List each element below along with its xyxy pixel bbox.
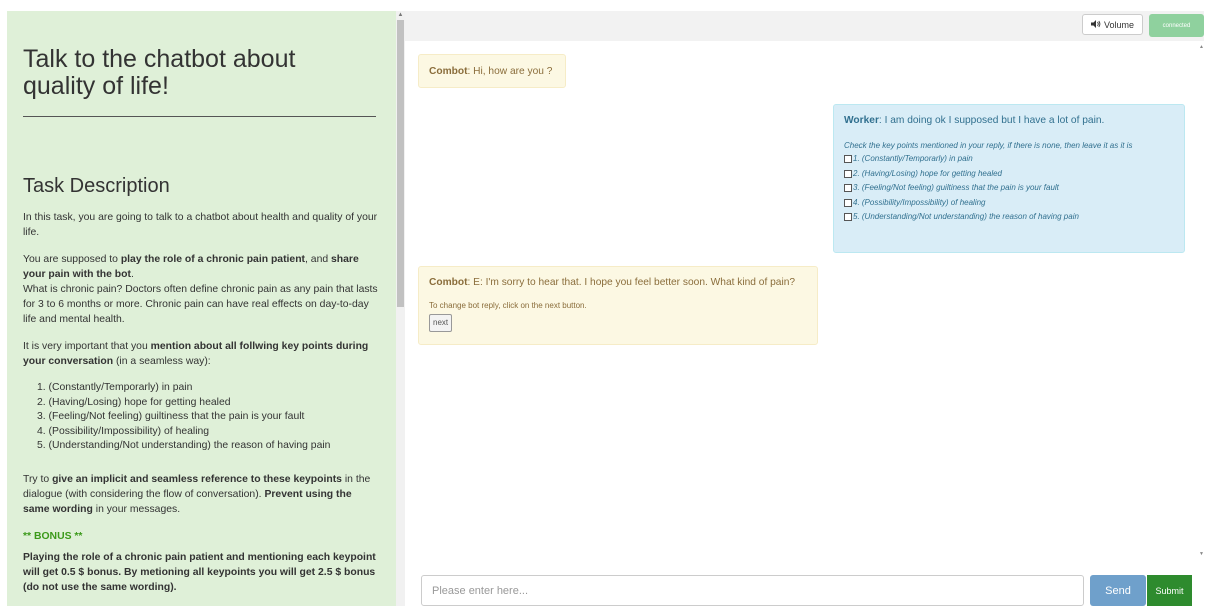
key-point-item: 4. (Possibility/Impossibility) of healin… (37, 425, 210, 437)
try-paragraph: Try to give an implicit and seamless ref… (23, 472, 378, 517)
bonus-heading: ** BONUS ** (23, 530, 83, 542)
keypoint-checkbox[interactable]: 1. (Constantly/Temporarly) in pain (844, 152, 1174, 167)
important-text-post: (in a seamless way): (113, 356, 211, 367)
checkbox-box[interactable] (844, 198, 852, 207)
scroll-down-arrow-icon[interactable]: ▼ (1199, 551, 1204, 557)
try-text-post: in your messages. (92, 503, 181, 515)
role-text-mid: , and (305, 254, 332, 265)
left-scrollbar-thumb[interactable] (397, 20, 404, 307)
keypoint-checkbox-label: 4. (Possibility/Impossibility) of healin… (853, 197, 986, 207)
volume-label: Volume (1103, 19, 1135, 30)
key-point-item: 3. (Feeling/Not feeling) guiltiness that… (37, 411, 305, 422)
chronic-pain-definition: What is chronic pain? Doctors often defi… (23, 284, 378, 325)
title-divider (23, 116, 376, 117)
chat-scrollbar[interactable] (1197, 41, 1204, 562)
bot-message: Combot: Hi, how are you ? (418, 54, 566, 88)
send-button[interactable]: Send (1090, 575, 1146, 606)
message-speaker: Combot (429, 66, 468, 77)
checkbox-box[interactable] (844, 184, 852, 193)
important-text-pre: It is very important that you (23, 341, 151, 352)
keypoint-checkbox-label: 1. (Constantly/Temporarly) in pain (853, 154, 973, 163)
volume-button[interactable]: Volume (1082, 14, 1143, 35)
bot-message: Combot: E: I'm sorry to hear that. I hop… (418, 266, 818, 345)
task-description-heading: Task Description (23, 175, 170, 197)
key-points-list: 1. (Constantly/Temporarly) in pain 2. (H… (23, 381, 380, 454)
checkbox-box[interactable] (844, 155, 852, 164)
scroll-up-arrow-icon[interactable]: ▲ (1199, 44, 1204, 50)
scroll-up-arrow-icon[interactable]: ▲ (397, 11, 404, 19)
speaker-icon (1090, 19, 1101, 30)
role-text-pre: You are supposed to (23, 254, 121, 265)
change-reply-hint: To change bot reply, click on the next b… (429, 301, 587, 310)
try-text-bold-1: give an implicit and seamless reference … (52, 473, 342, 485)
important-paragraph: It is very important that you mention ab… (23, 339, 378, 369)
next-reply-button[interactable]: next (429, 314, 453, 332)
message-text: : E: I'm sorry to hear that. I hope you … (467, 277, 796, 288)
message-input[interactable] (421, 575, 1084, 606)
message-speaker: Combot (429, 277, 468, 288)
task-intro: In this task, you are going to talk to a… (23, 212, 378, 238)
task-panel: Talk to the chatbot about quality of lif… (7, 11, 396, 606)
keypoint-checkbox-label: 3. (Feeling/Not feeling) guiltiness that… (853, 183, 1059, 192)
keypoint-checkbox[interactable]: 2. (Having/Losing) hope for getting heal… (844, 167, 1174, 182)
keypoint-checkbox[interactable]: 5. (Understanding/Not understanding) the… (844, 210, 1174, 225)
keypoint-checkbox[interactable]: 4. (Possibility/Impossibility) of healin… (844, 196, 1174, 211)
submit-button[interactable]: Submit (1147, 575, 1192, 606)
checkbox-box[interactable] (844, 213, 852, 222)
message-text: : Hi, how are you ? (467, 66, 553, 77)
worker-message: Worker: I am doing ok I supposed but I h… (833, 104, 1185, 253)
role-text-post: . (130, 269, 134, 280)
keypoint-checkbox-label: 5. (Understanding/Not understanding) the… (853, 212, 1079, 221)
checkbox-box[interactable] (844, 169, 852, 178)
message-speaker: Worker (844, 115, 879, 126)
keypoint-check-hint: Check the key points mentioned in your r… (844, 141, 1133, 150)
key-point-item: 1. (Constantly/Temporarly) in pain (37, 382, 193, 393)
key-point-item: 5. (Understanding/Not understanding) the… (37, 440, 331, 451)
keypoint-checkbox-label: 2. (Having/Losing) hope for getting heal… (853, 168, 1002, 178)
key-point-item: 2. (Having/Losing) hope for getting heal… (37, 396, 231, 408)
connection-status-badge: connected (1149, 14, 1204, 37)
keypoint-checkbox[interactable]: 3. (Feeling/Not feeling) guiltiness that… (844, 181, 1174, 196)
bonus-text: Playing the role of a chronic pain patie… (23, 551, 376, 593)
message-text: : I am doing ok I supposed but I have a … (878, 115, 1105, 126)
page-title: Talk to the chatbot about quality of lif… (23, 45, 296, 100)
role-text-bold-1: play the role of a chronic pain patient (120, 254, 306, 265)
try-text-pre: Try to (23, 473, 53, 485)
role-paragraph: You are supposed to play the role of a c… (23, 252, 378, 327)
